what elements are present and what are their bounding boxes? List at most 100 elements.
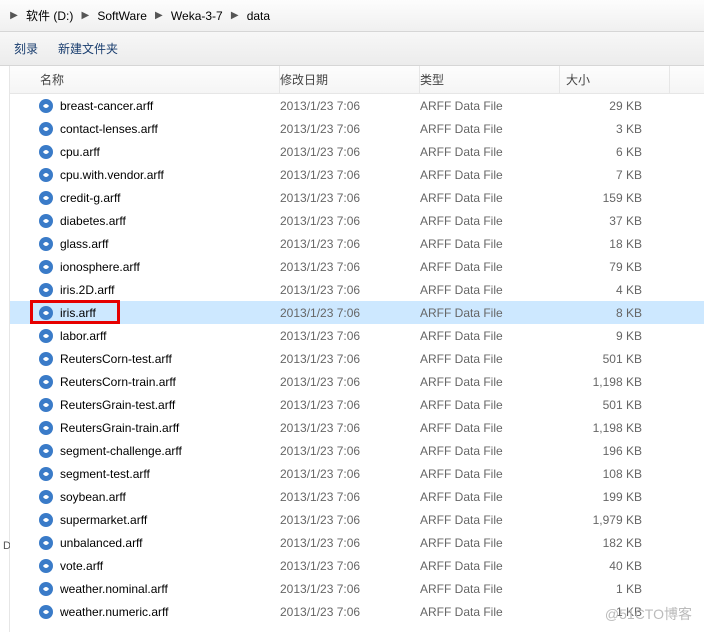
file-type-cell: ARFF Data File [420, 444, 560, 458]
file-type-cell: ARFF Data File [420, 306, 560, 320]
file-name-text: cpu.arff [60, 145, 100, 159]
file-icon [38, 558, 54, 574]
file-name-text: iris.2D.arff [60, 283, 114, 297]
file-row[interactable]: segment-test.arff2013/1/23 7:06ARFF Data… [10, 462, 704, 485]
file-row[interactable]: soybean.arff2013/1/23 7:06ARFF Data File… [10, 485, 704, 508]
file-name-text: supermarket.arff [60, 513, 147, 527]
file-row[interactable]: glass.arff2013/1/23 7:06ARFF Data File18… [10, 232, 704, 255]
toolbar: 刻录 新建文件夹 [0, 32, 704, 66]
breadcrumb-part[interactable]: data [243, 4, 274, 28]
file-row[interactable]: contact-lenses.arff2013/1/23 7:06ARFF Da… [10, 117, 704, 140]
file-row[interactable]: segment-challenge.arff2013/1/23 7:06ARFF… [10, 439, 704, 462]
file-name-cell: ionosphere.arff [10, 259, 280, 275]
file-row[interactable]: labor.arff2013/1/23 7:06ARFF Data File9 … [10, 324, 704, 347]
breadcrumb-part[interactable]: 软件 (D:) [22, 4, 77, 28]
file-row[interactable]: ReutersCorn-train.arff2013/1/23 7:06ARFF… [10, 370, 704, 393]
file-icon [38, 328, 54, 344]
file-row[interactable]: ReutersGrain-train.arff2013/1/23 7:06ARF… [10, 416, 704, 439]
file-name-cell: ReutersCorn-test.arff [10, 351, 280, 367]
file-name-cell: vote.arff [10, 558, 280, 574]
file-icon [38, 466, 54, 482]
file-size-cell: 8 KB [560, 306, 670, 320]
file-name-cell: cpu.arff [10, 144, 280, 160]
file-type-cell: ARFF Data File [420, 605, 560, 619]
file-name-cell: diabetes.arff [10, 213, 280, 229]
file-date-cell: 2013/1/23 7:06 [280, 536, 420, 550]
breadcrumb-arrow-icon[interactable]: ▶ [6, 10, 22, 21]
file-type-cell: ARFF Data File [420, 237, 560, 251]
file-name-cell: breast-cancer.arff [10, 98, 280, 114]
file-row[interactable]: diabetes.arff2013/1/23 7:06ARFF Data Fil… [10, 209, 704, 232]
file-name-cell: credit-g.arff [10, 190, 280, 206]
file-name-text: soybean.arff [60, 490, 126, 504]
file-icon [38, 236, 54, 252]
file-name-cell: weather.numeric.arff [10, 604, 280, 620]
file-name-text: weather.nominal.arff [60, 582, 168, 596]
file-icon [38, 98, 54, 114]
content-area: D Dr 名称 修改日期 类型 大小 breast-cancer.arff201… [0, 66, 704, 632]
file-row[interactable]: ReutersGrain-test.arff2013/1/23 7:06ARFF… [10, 393, 704, 416]
file-type-cell: ARFF Data File [420, 168, 560, 182]
column-header-name[interactable]: 名称 [10, 66, 280, 93]
file-size-cell: 182 KB [560, 536, 670, 550]
file-date-cell: 2013/1/23 7:06 [280, 260, 420, 274]
file-name-text: ReutersGrain-train.arff [60, 421, 179, 435]
file-type-cell: ARFF Data File [420, 467, 560, 481]
file-date-cell: 2013/1/23 7:06 [280, 306, 420, 320]
file-date-cell: 2013/1/23 7:06 [280, 168, 420, 182]
file-row[interactable]: vote.arff2013/1/23 7:06ARFF Data File40 … [10, 554, 704, 577]
watermark: @51CTO博客 [605, 604, 692, 624]
file-size-cell: 1 KB [560, 582, 670, 596]
file-row[interactable]: credit-g.arff2013/1/23 7:06ARFF Data Fil… [10, 186, 704, 209]
file-type-cell: ARFF Data File [420, 214, 560, 228]
file-name-cell: segment-challenge.arff [10, 443, 280, 459]
breadcrumb[interactable]: ▶软件 (D:)▶SoftWare▶Weka-3-7▶data [0, 0, 704, 32]
breadcrumb-arrow-icon[interactable]: ▶ [151, 10, 167, 21]
file-row[interactable]: breast-cancer.arff2013/1/23 7:06ARFF Dat… [10, 94, 704, 117]
file-row[interactable]: weather.nominal.arff2013/1/23 7:06ARFF D… [10, 577, 704, 600]
file-type-cell: ARFF Data File [420, 352, 560, 366]
file-type-cell: ARFF Data File [420, 536, 560, 550]
file-name-text: segment-challenge.arff [60, 444, 182, 458]
file-row[interactable]: supermarket.arff2013/1/23 7:06ARFF Data … [10, 508, 704, 531]
file-icon [38, 374, 54, 390]
file-icon [38, 190, 54, 206]
file-name-cell: ReutersGrain-train.arff [10, 420, 280, 436]
file-row[interactable]: ionosphere.arff2013/1/23 7:06ARFF Data F… [10, 255, 704, 278]
file-type-cell: ARFF Data File [420, 122, 560, 136]
file-type-cell: ARFF Data File [420, 191, 560, 205]
file-date-cell: 2013/1/23 7:06 [280, 352, 420, 366]
file-row[interactable]: cpu.with.vendor.arff2013/1/23 7:06ARFF D… [10, 163, 704, 186]
file-row[interactable]: ReutersCorn-test.arff2013/1/23 7:06ARFF … [10, 347, 704, 370]
file-row[interactable]: cpu.arff2013/1/23 7:06ARFF Data File6 KB [10, 140, 704, 163]
column-header-type[interactable]: 类型 [420, 66, 560, 93]
new-folder-button[interactable]: 新建文件夹 [58, 40, 118, 57]
breadcrumb-part[interactable]: Weka-3-7 [167, 4, 227, 28]
file-row[interactable]: weather.numeric.arff2013/1/23 7:06ARFF D… [10, 600, 704, 623]
file-date-cell: 2013/1/23 7:06 [280, 513, 420, 527]
file-size-cell: 199 KB [560, 490, 670, 504]
file-date-cell: 2013/1/23 7:06 [280, 145, 420, 159]
sidebar[interactable]: D Dr [0, 66, 10, 632]
file-date-cell: 2013/1/23 7:06 [280, 559, 420, 573]
file-size-cell: 7 KB [560, 168, 670, 182]
file-name-text: weather.numeric.arff [60, 605, 169, 619]
file-icon [38, 351, 54, 367]
file-size-cell: 29 KB [560, 99, 670, 113]
file-row[interactable]: iris.2D.arff2013/1/23 7:06ARFF Data File… [10, 278, 704, 301]
breadcrumb-arrow-icon[interactable]: ▶ [227, 10, 243, 21]
file-name-cell: labor.arff [10, 328, 280, 344]
column-header-size[interactable]: 大小 [560, 66, 670, 93]
breadcrumb-part[interactable]: SoftWare [93, 4, 151, 28]
file-name-cell: iris.arff [10, 305, 280, 321]
column-header-date[interactable]: 修改日期 [280, 66, 420, 93]
file-date-cell: 2013/1/23 7:06 [280, 122, 420, 136]
file-size-cell: 79 KB [560, 260, 670, 274]
file-row[interactable]: unbalanced.arff2013/1/23 7:06ARFF Data F… [10, 531, 704, 554]
burn-button[interactable]: 刻录 [14, 40, 38, 57]
file-name-cell: segment-test.arff [10, 466, 280, 482]
file-row[interactable]: iris.arff2013/1/23 7:06ARFF Data File8 K… [10, 301, 704, 324]
file-icon [38, 581, 54, 597]
file-size-cell: 108 KB [560, 467, 670, 481]
breadcrumb-arrow-icon[interactable]: ▶ [77, 10, 93, 21]
